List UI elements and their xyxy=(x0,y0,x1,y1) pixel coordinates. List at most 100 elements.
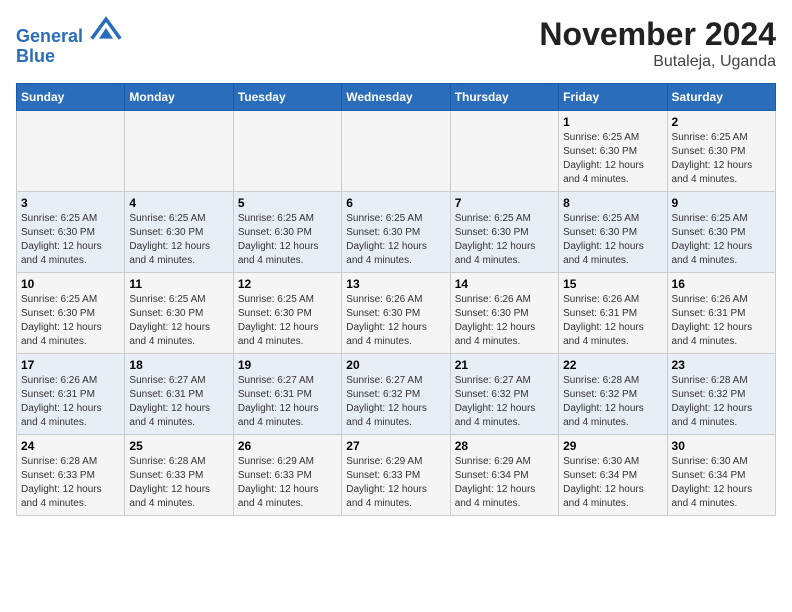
day-number: 28 xyxy=(455,439,554,453)
day-info: Sunrise: 6:28 AM Sunset: 6:32 PM Dayligh… xyxy=(563,374,662,430)
page-subtitle: Butaleja, Uganda xyxy=(539,53,776,71)
calendar-table: SundayMondayTuesdayWednesdayThursdayFrid… xyxy=(16,83,776,516)
day-number: 24 xyxy=(21,439,120,453)
day-number: 5 xyxy=(238,196,337,210)
day-number: 21 xyxy=(455,358,554,372)
calendar-cell: 6 Sunrise: 6:25 AM Sunset: 6:30 PM Daylig… xyxy=(342,192,450,273)
day-number: 1 xyxy=(563,115,662,129)
logo: General Blue xyxy=(16,16,122,67)
calendar-cell: 5 Sunrise: 6:25 AM Sunset: 6:30 PM Daylig… xyxy=(233,192,341,273)
day-info: Sunrise: 6:26 AM Sunset: 6:31 PM Dayligh… xyxy=(672,293,771,349)
logo-general: General xyxy=(16,26,83,46)
calendar-cell: 22Sunrise: 6:28 AM Sunset: 6:32 PM Dayli… xyxy=(559,354,667,435)
day-number: 23 xyxy=(672,358,771,372)
day-info: Sunrise: 6:25 AM Sunset: 6:30 PM Dayligh… xyxy=(563,131,662,187)
calendar-cell: 28 Sunrise: 6:29 AM Sunset: 6:34 PM Dayli… xyxy=(450,435,558,516)
day-info: Sunrise: 6:26 AM Sunset: 6:31 PM Dayligh… xyxy=(21,374,120,430)
day-info: Sunrise: 6:27 AM Sunset: 6:31 PM Dayligh… xyxy=(129,374,228,430)
calendar-cell xyxy=(125,111,233,192)
calendar-cell xyxy=(17,111,125,192)
logo-icon xyxy=(90,14,122,42)
calendar-cell: 18 Sunrise: 6:27 AM Sunset: 6:31 PM Dayli… xyxy=(125,354,233,435)
calendar-cell: 13 Sunrise: 6:26 AM Sunset: 6:30 PM Dayli… xyxy=(342,273,450,354)
calendar-cell: 8Sunrise: 6:25 AM Sunset: 6:30 PM Daylig… xyxy=(559,192,667,273)
weekday-header-thursday: Thursday xyxy=(450,84,558,111)
day-info: Sunrise: 6:25 AM Sunset: 6:30 PM Dayligh… xyxy=(563,212,662,268)
calendar-cell: 15 Sunrise: 6:26 AM Sunset: 6:31 PM Dayli… xyxy=(559,273,667,354)
day-number: 4 xyxy=(129,196,228,210)
day-number: 18 xyxy=(129,358,228,372)
title-block: November 2024 Butaleja, Uganda xyxy=(539,16,776,71)
day-number: 17 xyxy=(21,358,120,372)
day-number: 6 xyxy=(346,196,445,210)
calendar-cell: 11 Sunrise: 6:25 AM Sunset: 6:30 PM Dayli… xyxy=(125,273,233,354)
day-info: Sunrise: 6:25 AM Sunset: 6:30 PM Dayligh… xyxy=(346,212,445,268)
day-info: Sunrise: 6:25 AM Sunset: 6:30 PM Dayligh… xyxy=(238,293,337,349)
day-info: Sunrise: 6:29 AM Sunset: 6:33 PM Dayligh… xyxy=(346,455,445,511)
calendar-cell: 1 Sunrise: 6:25 AM Sunset: 6:30 PM Daylig… xyxy=(559,111,667,192)
calendar-week-5: 24 Sunrise: 6:28 AM Sunset: 6:33 PM Dayli… xyxy=(17,435,776,516)
day-number: 25 xyxy=(129,439,228,453)
calendar-cell: 14 Sunrise: 6:26 AM Sunset: 6:30 PM Dayli… xyxy=(450,273,558,354)
day-info: Sunrise: 6:25 AM Sunset: 6:30 PM Dayligh… xyxy=(672,212,771,268)
day-number: 30 xyxy=(672,439,771,453)
day-number: 10 xyxy=(21,277,120,291)
day-info: Sunrise: 6:29 AM Sunset: 6:34 PM Dayligh… xyxy=(455,455,554,511)
day-number: 26 xyxy=(238,439,337,453)
day-info: Sunrise: 6:29 AM Sunset: 6:33 PM Dayligh… xyxy=(238,455,337,511)
calendar-cell: 17 Sunrise: 6:26 AM Sunset: 6:31 PM Dayli… xyxy=(17,354,125,435)
day-number: 7 xyxy=(455,196,554,210)
day-number: 3 xyxy=(21,196,120,210)
day-info: Sunrise: 6:26 AM Sunset: 6:31 PM Dayligh… xyxy=(563,293,662,349)
day-info: Sunrise: 6:27 AM Sunset: 6:31 PM Dayligh… xyxy=(238,374,337,430)
day-number: 2 xyxy=(672,115,771,129)
day-info: Sunrise: 6:28 AM Sunset: 6:32 PM Dayligh… xyxy=(672,374,771,430)
weekday-header-monday: Monday xyxy=(125,84,233,111)
day-info: Sunrise: 6:28 AM Sunset: 6:33 PM Dayligh… xyxy=(21,455,120,511)
calendar-cell xyxy=(342,111,450,192)
day-number: 16 xyxy=(672,277,771,291)
calendar-cell xyxy=(450,111,558,192)
calendar-cell xyxy=(233,111,341,192)
day-info: Sunrise: 6:28 AM Sunset: 6:33 PM Dayligh… xyxy=(129,455,228,511)
logo-blue: Blue xyxy=(16,46,55,66)
calendar-week-1: 1 Sunrise: 6:25 AM Sunset: 6:30 PM Daylig… xyxy=(17,111,776,192)
calendar-cell: 29 Sunrise: 6:30 AM Sunset: 6:34 PM Dayli… xyxy=(559,435,667,516)
day-info: Sunrise: 6:25 AM Sunset: 6:30 PM Dayligh… xyxy=(672,131,771,187)
day-info: Sunrise: 6:25 AM Sunset: 6:30 PM Dayligh… xyxy=(21,212,120,268)
day-number: 14 xyxy=(455,277,554,291)
day-info: Sunrise: 6:26 AM Sunset: 6:30 PM Dayligh… xyxy=(346,293,445,349)
calendar-week-4: 17 Sunrise: 6:26 AM Sunset: 6:31 PM Dayli… xyxy=(17,354,776,435)
calendar-cell: 7 Sunrise: 6:25 AM Sunset: 6:30 PM Daylig… xyxy=(450,192,558,273)
weekday-header-sunday: Sunday xyxy=(17,84,125,111)
page-header: General Blue November 2024 Butaleja, Uga… xyxy=(16,16,776,71)
day-info: Sunrise: 6:25 AM Sunset: 6:30 PM Dayligh… xyxy=(455,212,554,268)
day-info: Sunrise: 6:27 AM Sunset: 6:32 PM Dayligh… xyxy=(346,374,445,430)
day-info: Sunrise: 6:25 AM Sunset: 6:30 PM Dayligh… xyxy=(238,212,337,268)
day-number: 20 xyxy=(346,358,445,372)
day-info: Sunrise: 6:26 AM Sunset: 6:30 PM Dayligh… xyxy=(455,293,554,349)
day-number: 13 xyxy=(346,277,445,291)
calendar-cell: 27Sunrise: 6:29 AM Sunset: 6:33 PM Dayli… xyxy=(342,435,450,516)
day-number: 15 xyxy=(563,277,662,291)
day-info: Sunrise: 6:25 AM Sunset: 6:30 PM Dayligh… xyxy=(129,212,228,268)
calendar-cell: 24 Sunrise: 6:28 AM Sunset: 6:33 PM Dayli… xyxy=(17,435,125,516)
calendar-cell: 19 Sunrise: 6:27 AM Sunset: 6:31 PM Dayli… xyxy=(233,354,341,435)
day-number: 29 xyxy=(563,439,662,453)
day-info: Sunrise: 6:25 AM Sunset: 6:30 PM Dayligh… xyxy=(129,293,228,349)
day-number: 9 xyxy=(672,196,771,210)
calendar-cell: 16 Sunrise: 6:26 AM Sunset: 6:31 PM Dayli… xyxy=(667,273,775,354)
calendar-cell: 20 Sunrise: 6:27 AM Sunset: 6:32 PM Dayli… xyxy=(342,354,450,435)
page-title: November 2024 xyxy=(539,16,776,53)
calendar-cell: 3 Sunrise: 6:25 AM Sunset: 6:30 PM Daylig… xyxy=(17,192,125,273)
calendar-cell: 12Sunrise: 6:25 AM Sunset: 6:30 PM Dayli… xyxy=(233,273,341,354)
day-info: Sunrise: 6:25 AM Sunset: 6:30 PM Dayligh… xyxy=(21,293,120,349)
calendar-cell: 4 Sunrise: 6:25 AM Sunset: 6:30 PM Daylig… xyxy=(125,192,233,273)
weekday-row: SundayMondayTuesdayWednesdayThursdayFrid… xyxy=(17,84,776,111)
day-number: 11 xyxy=(129,277,228,291)
weekday-header-friday: Friday xyxy=(559,84,667,111)
day-info: Sunrise: 6:27 AM Sunset: 6:32 PM Dayligh… xyxy=(455,374,554,430)
day-info: Sunrise: 6:30 AM Sunset: 6:34 PM Dayligh… xyxy=(563,455,662,511)
calendar-cell: 2 Sunrise: 6:25 AM Sunset: 6:30 PM Daylig… xyxy=(667,111,775,192)
day-number: 19 xyxy=(238,358,337,372)
